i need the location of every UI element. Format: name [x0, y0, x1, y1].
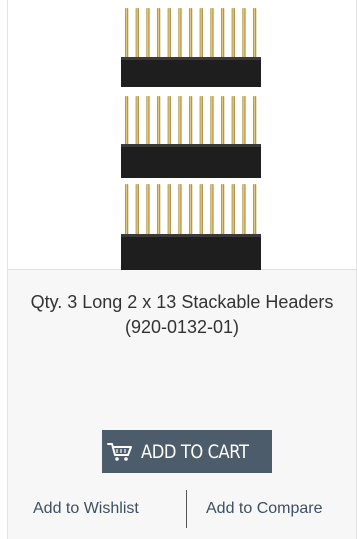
add-to-cart-label: ADD TO CART [141, 440, 250, 463]
cart-icon [107, 442, 133, 461]
product-card: Qty. 3 Long 2 x 13 Stackable Headers (92… [7, 0, 357, 539]
add-to-cart-button[interactable]: ADD TO CART [102, 430, 272, 473]
secondary-actions: Add to Wishlist Add to Compare [8, 488, 356, 530]
link-divider [186, 490, 187, 528]
stackable-headers-image [121, 8, 261, 270]
product-title[interactable]: Qty. 3 Long 2 x 13 Stackable Headers (92… [18, 290, 346, 340]
product-image[interactable] [8, 0, 356, 270]
add-to-compare-link[interactable]: Add to Compare [206, 500, 323, 518]
add-to-wishlist-link[interactable]: Add to Wishlist [33, 500, 139, 518]
